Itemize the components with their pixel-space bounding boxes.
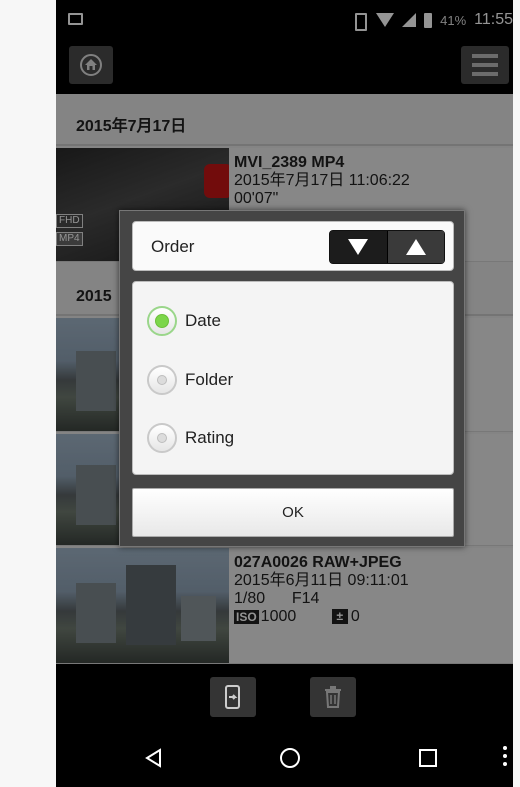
- trash-icon: [325, 686, 341, 708]
- back-triangle-icon: [145, 748, 161, 768]
- radio-selected-icon[interactable]: [147, 306, 177, 336]
- sort-descending-button[interactable]: [330, 231, 388, 263]
- radio-icon[interactable]: [147, 365, 177, 395]
- option-rating[interactable]: Rating: [147, 420, 234, 456]
- system-nav-bar: [56, 728, 513, 787]
- option-label: Rating: [185, 428, 235, 447]
- action-bar: [56, 664, 513, 728]
- radio-icon[interactable]: [147, 423, 177, 453]
- overflow-dots-icon[interactable]: [503, 746, 507, 766]
- triangle-down-icon: [348, 239, 369, 255]
- triangle-up-icon: [405, 239, 426, 255]
- option-folder[interactable]: Folder: [147, 362, 233, 398]
- home-nav-button[interactable]: [270, 738, 310, 778]
- option-label: Date: [185, 311, 221, 330]
- sort-direction-toggle: [329, 230, 445, 264]
- sort-options: Date Folder Rating: [132, 281, 454, 475]
- transfer-button[interactable]: [210, 677, 256, 717]
- phone-screen: 41% 11:55 2015年7月17日 FHD MP4 MVI_2389 MP…: [56, 0, 513, 787]
- delete-button[interactable]: [310, 677, 356, 717]
- order-label: Order: [151, 237, 195, 256]
- sort-ascending-button[interactable]: [387, 231, 444, 263]
- order-row: Order: [132, 221, 454, 271]
- option-label: Folder: [185, 370, 234, 389]
- option-date[interactable]: Date: [147, 303, 221, 339]
- left-margin: [0, 0, 56, 787]
- recents-button[interactable]: [408, 738, 448, 778]
- home-circle-icon: [280, 748, 300, 768]
- phone-transfer-icon: [225, 685, 240, 709]
- sort-dialog: Order Date Folder Rating OK: [119, 210, 465, 547]
- back-button[interactable]: [134, 738, 174, 778]
- right-margin: [513, 0, 520, 787]
- ok-button[interactable]: OK: [132, 488, 454, 537]
- recents-square-icon: [419, 749, 437, 767]
